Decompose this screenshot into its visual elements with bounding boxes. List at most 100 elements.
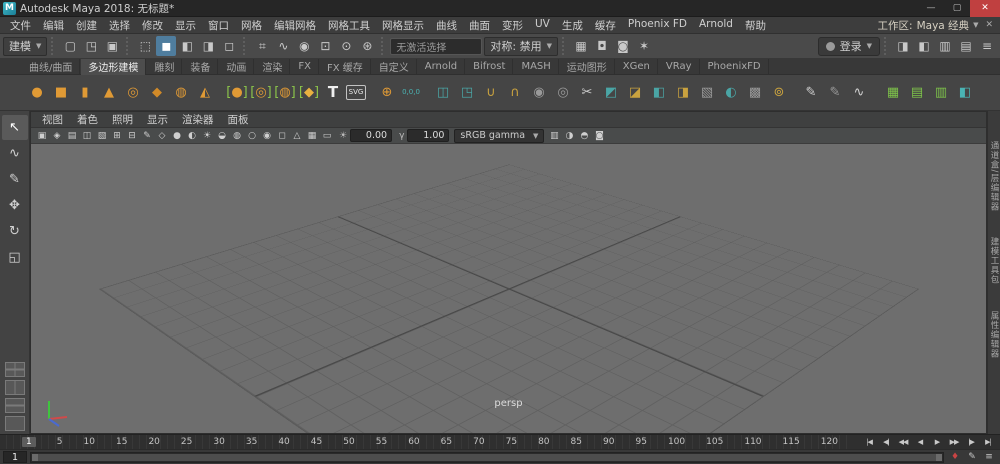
menu-item-19[interactable]: 帮助 [739,18,772,33]
bridge-icon[interactable]: ◧ [648,80,670,106]
select-by-type-icon[interactable]: ◨ [198,36,218,56]
exposure-field[interactable]: 0.00 [350,129,392,142]
color-space-dropdown[interactable]: sRGB gamma ▼ [454,129,544,143]
center-origin-icon[interactable]: 0,0,0 [400,80,422,106]
vp-menu-0[interactable]: 视图 [35,112,70,127]
overscan-icon[interactable]: ⊟ [125,129,139,143]
go-to-start-icon[interactable]: |◀ [861,436,877,449]
viewport-canvas[interactable] [31,144,986,433]
workspace-selector[interactable]: 工作区: Maya 经典 ▼ ✕ [878,18,1000,33]
frame-tick-35[interactable]: 35 [246,437,257,447]
shelf-tab-4[interactable]: 动画 [219,59,254,75]
menu-item-0[interactable]: 文件 [4,18,37,33]
frame-tick-10[interactable]: 10 [84,437,95,447]
highlight-selection-icon[interactable]: ◻ [219,36,239,56]
range-slider[interactable] [30,452,944,463]
layout-four-pane-button[interactable] [5,362,25,377]
grab-brush-icon[interactable]: ▥ [930,80,952,106]
sidebar-tab-0[interactable]: 通道盒/层编辑器 [988,141,1000,211]
relax-brush-icon[interactable]: ▤ [906,80,928,106]
frame-tick-65[interactable]: 65 [441,437,452,447]
frame-tick-110[interactable]: 110 [744,437,761,447]
connect-icon[interactable]: ▩ [744,80,766,106]
maximize-button[interactable]: ▢ [944,0,970,17]
toggle-tool-settings-icon[interactable]: ◧ [914,36,934,56]
viewport-panel[interactable]: 视图着色照明显示渲染器面板 ▣◈▤◫▧⊞⊟✎◇●◐☀◒◍○◉◻△▦▭ ☀ 0.0… [30,111,987,434]
vp-menu-1[interactable]: 着色 [70,112,105,127]
shelf-tab-3[interactable]: 装备 [183,59,218,75]
render-current-frame-icon[interactable]: ◘ [592,36,612,56]
range-bar[interactable] [32,454,942,461]
menu-item-18[interactable]: Arnold [693,18,739,33]
textured-display-icon[interactable]: ◐ [185,129,199,143]
extrude-icon[interactable]: ◩ [600,80,622,106]
poly-cone-icon[interactable]: ▲ [98,80,120,106]
layout-two-pane-side-button[interactable] [5,380,25,395]
menu-item-6[interactable]: 窗口 [202,18,235,33]
step-forward-key-icon[interactable]: ▶▶ [946,436,962,449]
frame-tick-90[interactable]: 90 [603,437,614,447]
image-plane-icon[interactable]: ▧ [95,129,109,143]
new-scene-icon[interactable]: ▢ [60,36,80,56]
current-frame-field[interactable]: 1 [3,451,27,463]
reduce-mesh-icon[interactable]: ◎ [552,80,574,106]
select-hierarchy-icon[interactable]: ⬚ [135,36,155,56]
svg-tool-icon[interactable]: SVG [346,85,366,100]
frame-tick-25[interactable]: 25 [181,437,192,447]
lighting-icon[interactable]: ☀ [200,129,214,143]
render-settings-icon[interactable]: ✶ [634,36,654,56]
multi-cut-icon[interactable]: ✂ [576,80,598,106]
bookmarks-icon[interactable]: ◫ [80,129,94,143]
frame-tick-85[interactable]: 85 [571,437,582,447]
selection-input[interactable]: 无激活选择 [390,38,482,55]
vp-menu-5[interactable]: 面板 [221,112,256,127]
pencil-curve-tool-icon[interactable]: ✎ [824,80,846,106]
wireframe-display-icon[interactable]: ◇ [155,129,169,143]
sculpt-toolkit-icon[interactable]: ◧ [954,80,976,106]
smooth-shade-icon[interactable]: ● [170,129,184,143]
shelf-tab-0[interactable]: 曲线/曲面 [22,59,80,75]
isolate-select-icon[interactable]: △ [290,129,304,143]
gamma-field[interactable]: 1.00 [407,129,449,142]
poly-torus-icon[interactable]: ◎ [122,80,144,106]
menu-item-15[interactable]: 生成 [556,18,589,33]
shelf-tab-14[interactable]: VRay [659,59,700,75]
select-camera-icon[interactable]: ▣ [35,129,49,143]
shadows-icon[interactable]: ◒ [215,129,229,143]
motion-blur-icon[interactable]: ○ [245,129,259,143]
poly-plane-icon[interactable]: ◆ [146,80,168,106]
close-button[interactable]: ✕ [970,0,1000,17]
range-end-handle[interactable] [936,454,942,461]
range-start-handle[interactable] [32,454,38,461]
2d-pan-zoom-icon[interactable]: ⊞ [110,129,124,143]
frame-tick-100[interactable]: 100 [668,437,685,447]
smooth-mesh-icon[interactable]: ◉ [528,80,550,106]
toggle-attribute-editor-icon[interactable]: ◨ [893,36,913,56]
resolution-gate-icon[interactable]: ▭ [320,129,334,143]
snap-point-icon[interactable]: ◉ [294,36,314,56]
layout-single-pane-button[interactable] [5,416,25,431]
frame-tick-95[interactable]: 95 [635,437,646,447]
shelf-tab-9[interactable]: Arnold [418,59,465,75]
poly-sphere-icon[interactable]: ● [26,80,48,106]
frame-tick-105[interactable]: 105 [706,437,723,447]
sign-in-button[interactable]: 登录 ▼ [818,37,880,56]
frame-tick-55[interactable]: 55 [376,437,387,447]
toggle-channel-box-icon[interactable]: ▥ [935,36,955,56]
snap-grid-icon[interactable]: ⌗ [252,36,272,56]
shelf-tab-13[interactable]: XGen [616,59,658,75]
mirror-geometry-icon[interactable]: ◐ [720,80,742,106]
menu-item-13[interactable]: 变形 [496,18,529,33]
scale-tool[interactable]: ◱ [2,245,28,270]
shelf-tab-5[interactable]: 渲染 [255,59,290,75]
sidebar-tab-1[interactable]: 建模工具包 [988,237,1000,285]
boolean-difference-icon[interactable]: ∩ [504,80,526,106]
grease-pencil-icon[interactable]: ✎ [140,129,154,143]
shelf-tab-7[interactable]: FX 缓存 [320,59,371,75]
workspace-close-icon[interactable]: ✕ [982,20,996,30]
frame-tick-120[interactable]: 120 [821,437,838,447]
make-live-icon[interactable]: ⊛ [357,36,377,56]
multisample-aa-icon[interactable]: ◉ [260,129,274,143]
frame-tick-40[interactable]: 40 [278,437,289,447]
menu-item-12[interactable]: 曲面 [463,18,496,33]
